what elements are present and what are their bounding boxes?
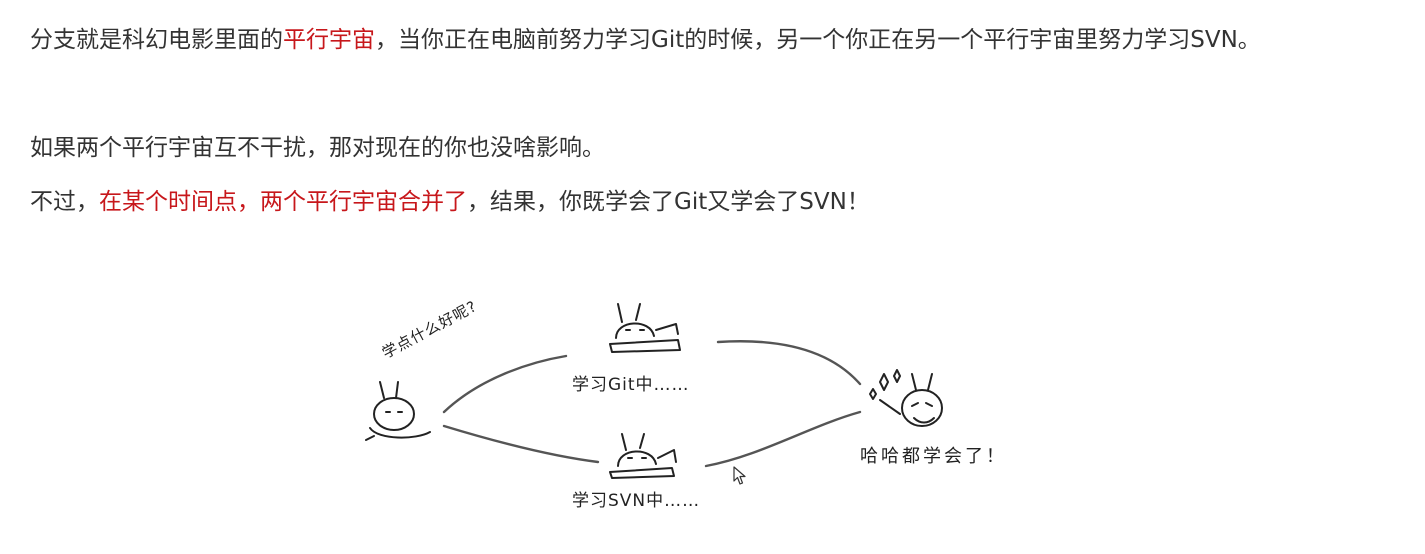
p1-highlight-parallel-universe: 平行宇宙 bbox=[283, 27, 375, 53]
p2-text: 如果两个平行宇宙互不干扰，那对现在的你也没啥影响。 bbox=[30, 135, 605, 161]
paragraph-merge: 不过，在某个时间点，两个平行宇宙合并了，结果，你既学会了Git又学会了SVN！ bbox=[30, 176, 870, 228]
branch-line-svn-end bbox=[704, 410, 862, 468]
label-learning-git: 学习Git中…… bbox=[572, 375, 690, 395]
branch-line-svn-start bbox=[442, 424, 600, 464]
rabbit-studying-git-icon bbox=[609, 303, 681, 353]
rabbit-studying-svn-icon bbox=[609, 433, 677, 479]
mouse-pointer-icon bbox=[733, 466, 747, 490]
branch-line-git-start bbox=[442, 354, 568, 414]
p3-text-before: 不过， bbox=[30, 189, 99, 215]
p1-text-after: ，当你正在电脑前努力学习Git的时候，另一个你正在另一个平行宇宙里努力学习SVN… bbox=[375, 27, 1261, 53]
rabbit-happy-icon bbox=[869, 369, 943, 427]
label-learning-svn: 学习SVN中…… bbox=[572, 491, 701, 511]
p3-text-after: ，结果，你既学会了Git又学会了SVN！ bbox=[467, 189, 870, 215]
branch-line-git-end bbox=[716, 340, 862, 386]
label-learned-both: 哈哈都学会了！ bbox=[860, 446, 1007, 467]
rabbit-thinking-icon bbox=[365, 381, 431, 441]
paragraph-no-interference: 如果两个平行宇宙互不干扰，那对现在的你也没啥影响。 bbox=[30, 122, 605, 174]
paragraph-branch-intro: 分支就是科幻电影里面的平行宇宙，当你正在电脑前努力学习Git的时候，另一个你正在… bbox=[30, 14, 1370, 66]
branch-merge-illustration: 学点什么好呢? 学习Git中…… 学习SVN中…… 哈哈都学会了！ bbox=[360, 290, 1040, 530]
p3-highlight-merge: 在某个时间点，两个平行宇宙合并了 bbox=[99, 189, 467, 215]
p1-text-before: 分支就是科幻电影里面的 bbox=[30, 27, 283, 53]
